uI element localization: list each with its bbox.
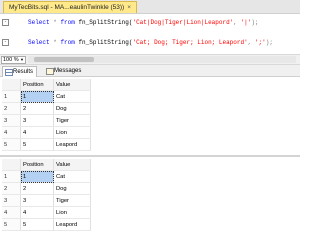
row-number[interactable]: 5 [2, 218, 21, 231]
table-cell[interactable]: 3 [20, 114, 54, 127]
table-row[interactable]: 1 1 Cat [2, 90, 91, 103]
table-cell[interactable]: Leapord [53, 138, 91, 151]
tab-messages-label: Messages [54, 68, 82, 74]
zoom-select[interactable]: 100 % ▼ [1, 56, 26, 64]
table-cell[interactable]: 5 [20, 218, 54, 231]
document-tab-bar: MyTecBits.sql - MA...eaulinTwinkle (53))… [0, 0, 300, 14]
table-cell[interactable]: Dog [53, 102, 91, 115]
table-header-row: Position Value [2, 79, 91, 91]
sql-line-1: Select * from fn_SplitString('Cat|Dog|Ti… [28, 19, 259, 26]
collapse-icon[interactable]: - [2, 39, 9, 46]
row-number[interactable]: 5 [2, 138, 21, 151]
row-number[interactable]: 4 [2, 206, 21, 219]
result-table-1: Position Value 1 1 Cat 2 2 Dog 3 3 Tiger… [2, 79, 91, 151]
table-row[interactable]: 2 2 Dog [2, 182, 91, 195]
horizontal-scrollbar[interactable] [28, 56, 296, 63]
table-cell[interactable]: Lion [53, 206, 91, 219]
row-number[interactable]: 3 [2, 114, 21, 127]
table-cell[interactable]: 4 [20, 206, 54, 219]
document-tab-title: MyTecBits.sql - MA...eaulinTwinkle (53)) [9, 4, 125, 11]
table-row[interactable]: 4 4 Lion [2, 206, 91, 219]
column-header[interactable]: Value [53, 159, 91, 171]
scrollbar-thumb[interactable] [34, 57, 94, 62]
table-row[interactable]: 1 1 Cat [2, 170, 91, 183]
table-cell[interactable]: Cat [53, 90, 91, 103]
table-cell[interactable]: Lion [53, 126, 91, 139]
row-number-header[interactable] [2, 159, 21, 171]
table-cell[interactable]: 5 [20, 138, 54, 151]
table-cell[interactable]: Dog [53, 182, 91, 195]
results-grid-1: Position Value 1 1 Cat 2 2 Dog 3 3 Tiger… [0, 77, 300, 155]
table-header-row: Position Value [2, 159, 91, 171]
result-table-2: Position Value 1 1 Cat 2 2 Dog 3 3 Tiger… [2, 159, 91, 231]
column-header[interactable]: Value [53, 79, 91, 91]
row-number[interactable]: 4 [2, 126, 21, 139]
table-cell-selected[interactable]: 1 [20, 170, 54, 183]
column-header[interactable]: Position [20, 79, 54, 91]
zoom-bar: 100 % ▼ [0, 54, 300, 65]
tab-results[interactable]: Results [2, 66, 38, 77]
collapse-icon[interactable]: - [2, 19, 9, 26]
table-row[interactable]: 4 4 Lion [2, 126, 91, 139]
row-number[interactable]: 1 [2, 90, 21, 103]
column-header[interactable]: Position [20, 159, 54, 171]
document-tab[interactable]: MyTecBits.sql - MA...eaulinTwinkle (53))… [3, 1, 138, 13]
table-row[interactable]: 2 2 Dog [2, 102, 91, 115]
table-cell[interactable]: Cat [53, 170, 91, 183]
result-tabs: Results Messages [0, 65, 300, 77]
table-cell[interactable]: 2 [20, 102, 54, 115]
results-grid-2: Position Value 1 1 Cat 2 2 Dog 3 3 Tiger… [0, 157, 300, 231]
row-number[interactable]: 2 [2, 182, 21, 195]
grid-icon [5, 69, 13, 76]
table-cell-selected[interactable]: 1 [20, 90, 54, 103]
zoom-value: 100 % [3, 57, 19, 63]
row-number-header[interactable] [2, 79, 21, 91]
table-cell[interactable]: 2 [20, 182, 54, 195]
messages-icon [46, 68, 54, 75]
tab-messages[interactable]: Messages [44, 66, 84, 76]
table-row[interactable]: 3 3 Tiger [2, 114, 91, 127]
tab-results-label: Results [13, 69, 34, 75]
row-number[interactable]: 3 [2, 194, 21, 207]
table-row[interactable]: 5 5 Leapord [2, 218, 91, 231]
table-cell[interactable]: 3 [20, 194, 54, 207]
table-cell[interactable]: Leapord [53, 218, 91, 231]
sql-line-2: Select * from fn_SplitString('Cat; Dog; … [28, 39, 273, 46]
table-cell[interactable]: 4 [20, 126, 54, 139]
row-number[interactable]: 2 [2, 102, 21, 115]
close-tab-icon[interactable]: × [127, 4, 131, 11]
chevron-down-icon: ▼ [20, 57, 24, 62]
table-cell[interactable]: Tiger [53, 114, 91, 127]
table-row[interactable]: 5 5 Leapord [2, 138, 91, 151]
row-number[interactable]: 1 [2, 170, 21, 183]
table-cell[interactable]: Tiger [53, 194, 91, 207]
table-row[interactable]: 3 3 Tiger [2, 194, 91, 207]
